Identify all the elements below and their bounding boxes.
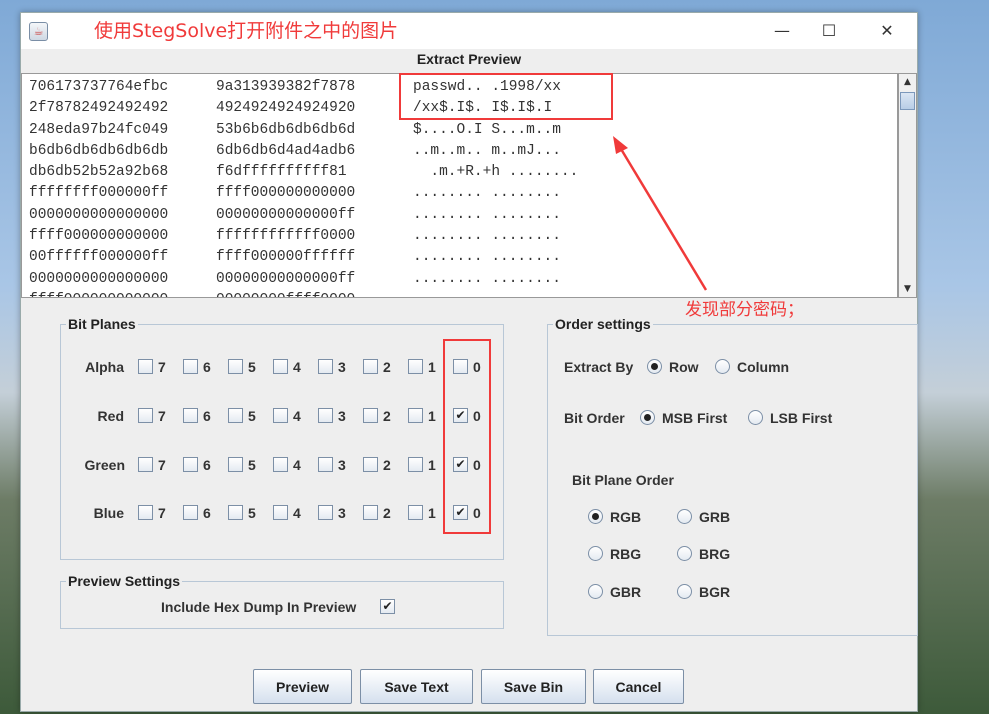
password-annotation: 发现部分密码； — [685, 300, 804, 320]
annotation-arrow — [613, 136, 708, 291]
